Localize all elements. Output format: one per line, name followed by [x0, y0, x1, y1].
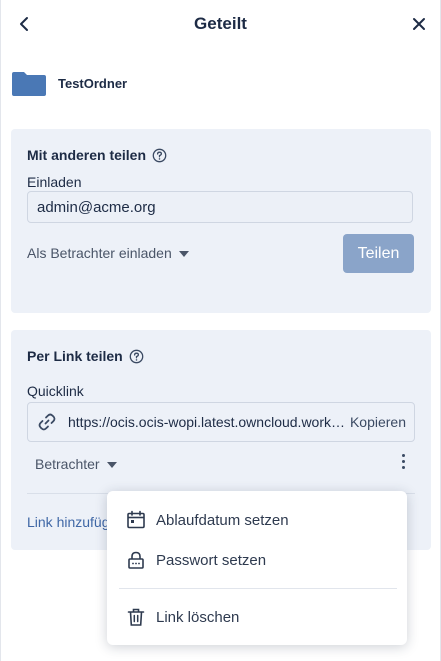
invite-input[interactable]: [27, 191, 413, 223]
help-icon[interactable]: [152, 148, 167, 163]
invite-role-dropdown[interactable]: Als Betrachter einladen: [27, 245, 189, 261]
page-title: Geteilt: [194, 14, 247, 33]
kebab-dot: [401, 459, 405, 463]
folder-icon: [12, 71, 46, 96]
menu-item-set-expiration[interactable]: Ablaufdatum setzen: [125, 505, 395, 535]
link-role-dropdown[interactable]: Betrachter: [35, 456, 117, 472]
quicklink-field: https://ocis.ocis-wopi.latest.owncloud.w…: [27, 402, 415, 442]
link-role-label: Betrachter: [35, 456, 100, 472]
resource-name: TestOrdner: [58, 75, 128, 91]
copy-link-button[interactable]: Kopieren: [348, 414, 414, 430]
quicklink-label: Quicklink: [27, 383, 84, 399]
quicklink-url[interactable]: https://ocis.ocis-wopi.latest.owncloud.w…: [64, 414, 348, 430]
panel-title-people: Mit anderen teilen: [27, 147, 167, 163]
link-share-title: Per Link teilen: [27, 348, 123, 364]
menu-item-delete-link[interactable]: Link löschen: [125, 602, 395, 632]
invite-role-label: Als Betrachter einladen: [27, 245, 172, 261]
kebab-dot: [401, 465, 405, 469]
chain-link-icon: [38, 413, 56, 431]
trash-icon: [125, 606, 147, 628]
menu-item-label: Passwort setzen: [156, 551, 267, 569]
invite-label: Einladen: [27, 174, 82, 190]
caret-down-icon: [106, 462, 117, 468]
close-button[interactable]: [407, 12, 431, 36]
menu-item-set-password[interactable]: Passwort setzen: [125, 545, 395, 575]
sidebar-header: Geteilt: [0, 0, 441, 48]
resource-info: TestOrdner: [12, 70, 127, 96]
kebab-dot: [401, 453, 405, 457]
link-icon: [36, 411, 64, 433]
close-icon: [413, 18, 425, 30]
question-circle-icon: [152, 148, 167, 162]
people-share-title: Mit anderen teilen: [27, 147, 147, 163]
menu-item-label: Link löschen: [156, 608, 240, 626]
frame-edge-left: [0, 0, 1, 661]
question-circle-icon: [129, 349, 144, 363]
help-icon[interactable]: [129, 349, 144, 364]
panel-title-link: Per Link teilen: [27, 348, 144, 364]
caret-down-icon: [178, 251, 189, 257]
link-actions-dropdown: Ablaufdatum setzen Passwort setzen Link …: [107, 491, 407, 645]
link-actions-menu-button[interactable]: [394, 450, 412, 472]
share-with-people-panel: Mit anderen teilen Einladen Als Betracht…: [11, 129, 431, 313]
menu-divider: [119, 588, 397, 589]
lock-icon: [125, 549, 147, 571]
share-button[interactable]: Teilen: [343, 234, 414, 273]
calendar-icon: [125, 509, 147, 531]
menu-item-label: Ablaufdatum setzen: [156, 511, 289, 529]
